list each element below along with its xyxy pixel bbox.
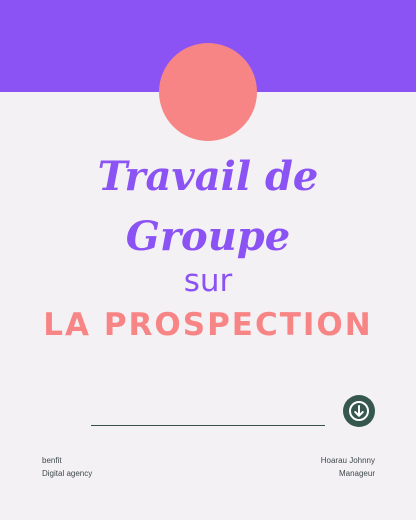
topic-heading: LA PROSPECTION: [43, 307, 373, 343]
author-role: Manageur: [338, 469, 375, 478]
title-line-2: Groupe: [125, 213, 291, 260]
author-name: Hoarau Johnny: [320, 456, 375, 465]
scroll-down-button[interactable]: [343, 395, 375, 427]
divider-line: [91, 425, 325, 426]
company-tagline: Digital agency: [42, 469, 93, 478]
decorative-circle: [159, 43, 257, 141]
title-line-1: Travail de: [97, 153, 319, 200]
arrow-down-icon: [349, 401, 369, 421]
company-name: benfit: [42, 456, 62, 465]
title-connector: sur: [183, 263, 233, 299]
